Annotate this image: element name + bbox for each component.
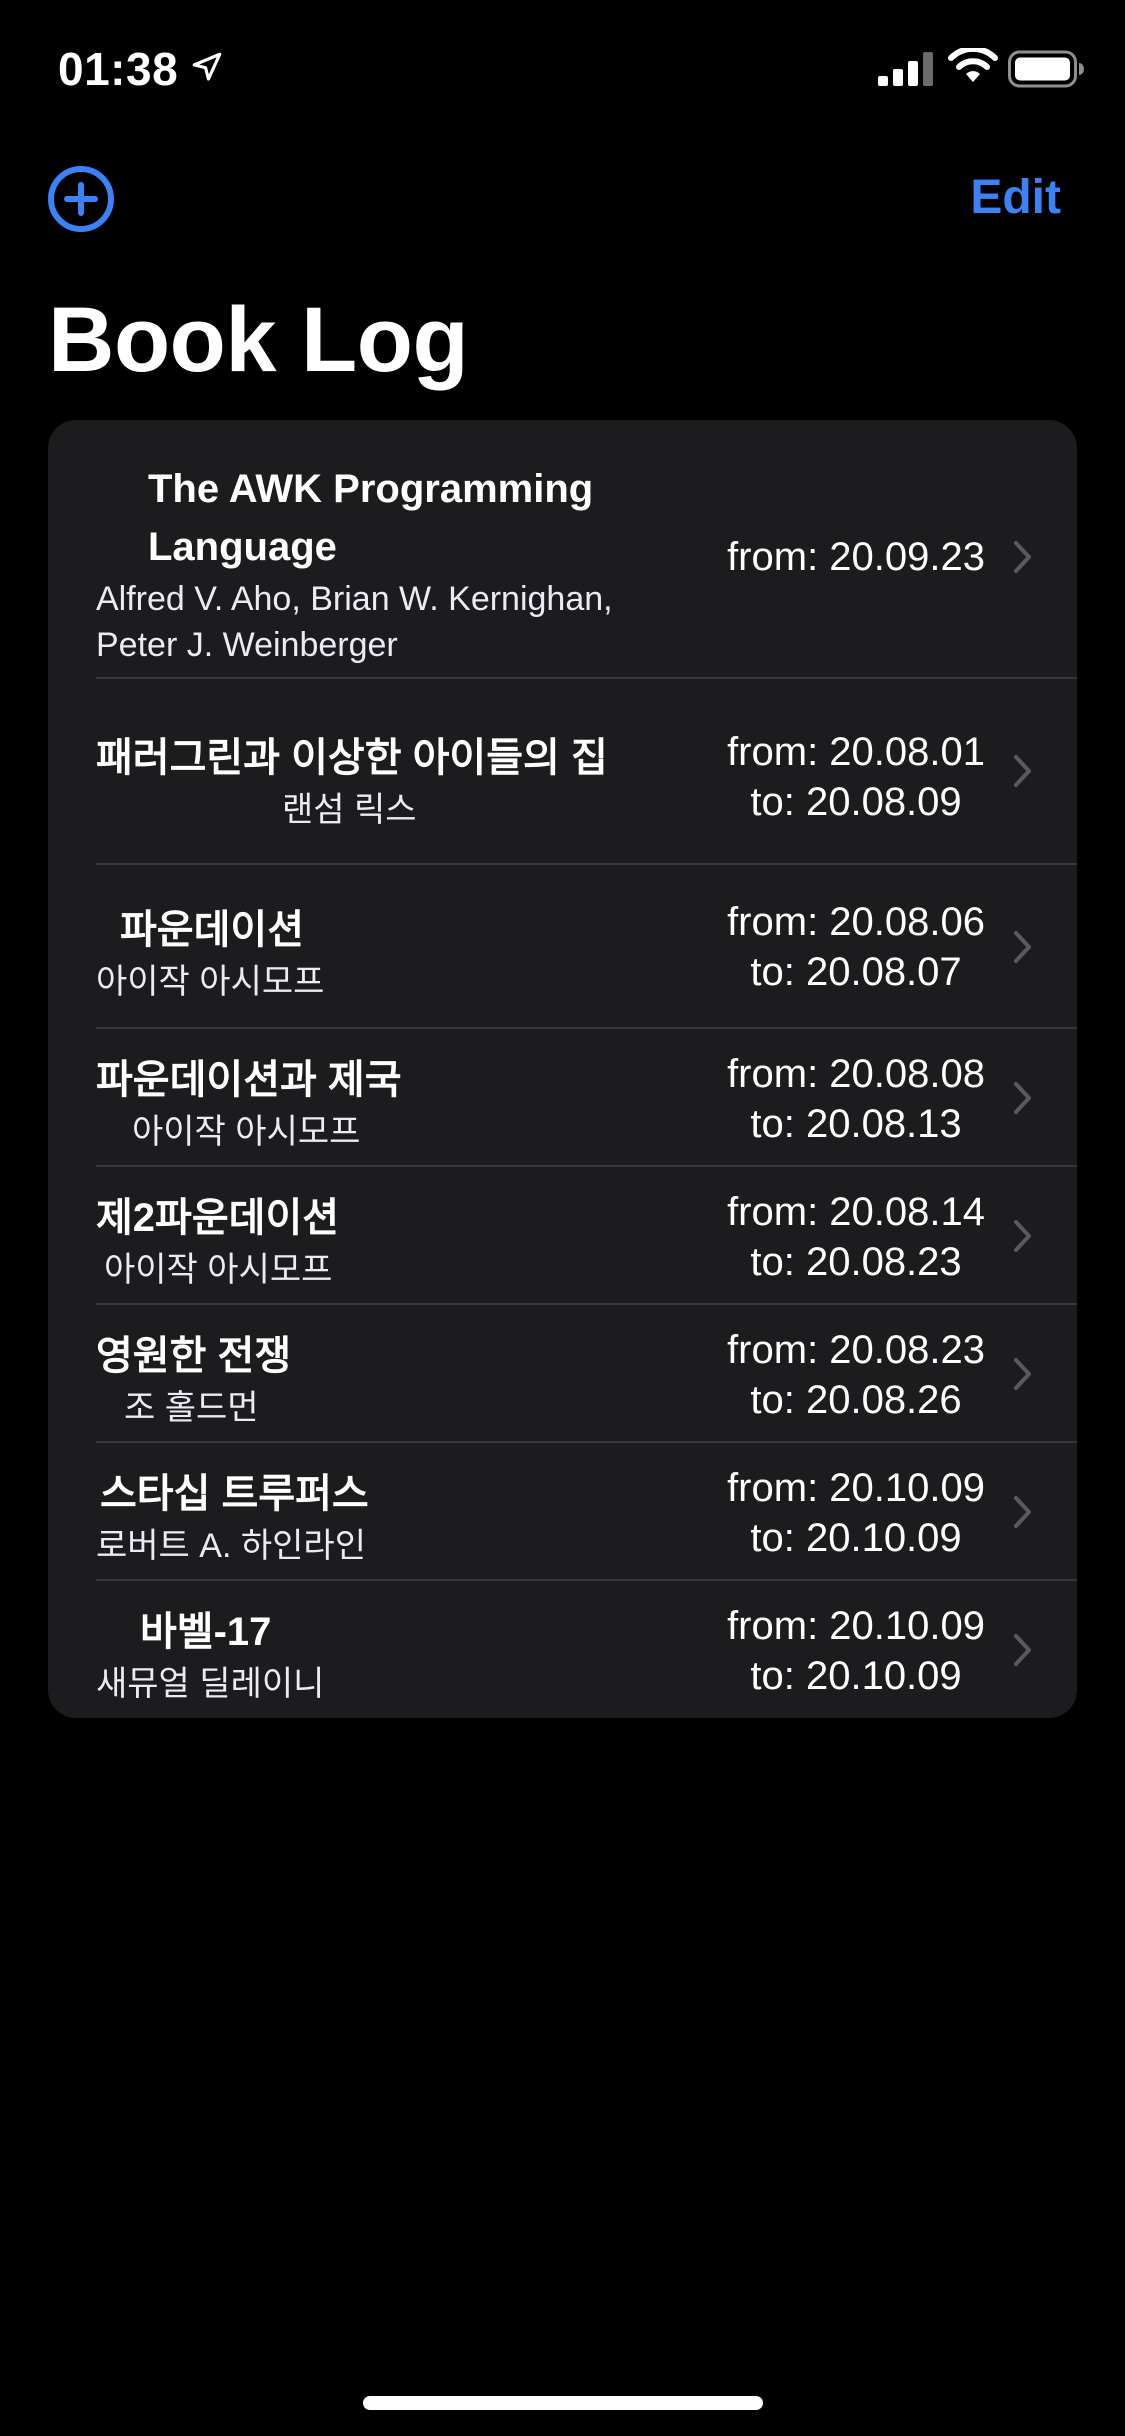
book-to-date: to: 20.10.09 — [750, 1516, 962, 1560]
book-author: 아이작 아시모프 — [96, 963, 325, 1001]
chevron-right-icon — [1014, 541, 1031, 573]
book-author: 랜섬 릭스 — [282, 791, 417, 829]
book-list: The AWK Programming Language Alfred V. A… — [48, 420, 1077, 1718]
book-title: 파운데이션 — [120, 908, 304, 952]
location-arrow-icon — [192, 52, 222, 81]
page-title: Book Log — [48, 289, 469, 391]
book-title: 영원한 전쟁 — [96, 1334, 292, 1378]
book-from-date: from: 20.09.23 — [727, 535, 985, 579]
book-author: 아이작 아시모프 — [104, 1251, 333, 1289]
book-from-date: from: 20.10.09 — [727, 1466, 985, 1510]
chevron-right-icon — [1014, 1496, 1031, 1528]
status-bar: 01:38 — [0, 0, 1125, 132]
book-row[interactable]: The AWK Programming Language Alfred V. A… — [48, 420, 1077, 679]
book-title-line-1: The AWK Programming — [148, 467, 594, 511]
book-row[interactable]: 제2파운데이션 아이작 아시모프 from: 20.08.14 to: 20.0… — [48, 1167, 1077, 1305]
book-to-date: to: 20.10.09 — [750, 1654, 962, 1698]
book-info: 파운데이션 아이작 아시모프 — [96, 901, 716, 1005]
book-author: 조 홀드먼 — [124, 1389, 259, 1427]
book-from-date: from: 20.08.01 — [727, 730, 985, 774]
book-to-date: to: 20.08.07 — [750, 950, 962, 994]
book-from-date: from: 20.08.23 — [727, 1328, 985, 1372]
book-title: 패러그린과 이상한 아이들의 집 — [96, 736, 608, 780]
book-row[interactable]: 파운데이션과 제국 아이작 아시모프 from: 20.08.08 to: 20… — [48, 1029, 1077, 1167]
book-author: 로버트 A. 하인라인 — [96, 1527, 366, 1565]
book-from-date: from: 20.08.14 — [727, 1190, 985, 1234]
book-to-date: to: 20.08.09 — [750, 780, 962, 824]
book-info: The AWK Programming Language Alfred V. A… — [96, 460, 716, 668]
battery-icon — [1008, 50, 1084, 88]
book-info: 파운데이션과 제국 아이작 아시모프 — [96, 1051, 716, 1155]
book-row[interactable]: 파운데이션 아이작 아시모프 from: 20.08.06 to: 20.08.… — [48, 865, 1077, 1029]
book-info: 바벨-17 새뮤얼 딜레이니 — [96, 1603, 716, 1707]
book-dates: from: 20.10.09 to: 20.10.09 — [727, 1601, 985, 1701]
book-title: 파운데이션과 제국 — [96, 1058, 402, 1102]
book-to-date: to: 20.08.26 — [750, 1378, 962, 1422]
book-row[interactable]: 패러그린과 이상한 아이들의 집 랜섬 릭스 from: 20.08.01 to… — [48, 679, 1077, 865]
book-title: 제2파운데이션 — [96, 1196, 340, 1240]
book-dates: from: 20.08.01 to: 20.08.09 — [727, 727, 985, 827]
book-dates: from: 20.09.23 — [727, 532, 985, 582]
book-row[interactable]: 스타십 트루퍼스 로버트 A. 하인라인 from: 20.10.09 to: … — [48, 1443, 1077, 1581]
book-dates: from: 20.08.14 to: 20.08.23 — [727, 1187, 985, 1287]
book-dates: from: 20.08.08 to: 20.08.13 — [727, 1049, 985, 1149]
book-from-date: from: 20.10.09 — [727, 1604, 985, 1648]
screen: 01:38 Edit Book Log The AWK Programming … — [0, 0, 1125, 2436]
cellular-signal-icon — [878, 52, 933, 86]
chevron-right-icon — [1014, 1220, 1031, 1252]
book-info: 제2파운데이션 아이작 아시모프 — [96, 1189, 716, 1293]
book-row[interactable]: 영원한 전쟁 조 홀드먼 from: 20.08.23 to: 20.08.26 — [48, 1305, 1077, 1443]
book-row[interactable]: 바벨-17 새뮤얼 딜레이니 from: 20.10.09 to: 20.10.… — [48, 1581, 1077, 1718]
chevron-right-icon — [1014, 1082, 1031, 1114]
book-title: 바벨-17 — [140, 1610, 272, 1654]
status-time: 01:38 — [58, 43, 179, 95]
book-from-date: from: 20.08.06 — [727, 900, 985, 944]
wifi-icon — [948, 48, 998, 82]
add-book-button[interactable] — [47, 165, 115, 233]
book-author: 새뮤얼 딜레이니 — [96, 1665, 325, 1703]
home-indicator[interactable] — [363, 2396, 763, 2410]
book-to-date: to: 20.08.23 — [750, 1240, 962, 1284]
chevron-right-icon — [1014, 1634, 1031, 1666]
book-info: 영원한 전쟁 조 홀드먼 — [96, 1327, 716, 1431]
book-title-line-2: Language — [148, 525, 337, 569]
book-author-line-2: Peter J. Weinberger — [96, 626, 398, 664]
chevron-right-icon — [1014, 931, 1031, 963]
book-author: 아이작 아시모프 — [132, 1113, 361, 1151]
book-author-line-1: Alfred V. Aho, Brian W. Kernighan, — [96, 580, 613, 618]
chevron-right-icon — [1014, 755, 1031, 787]
chevron-right-icon — [1014, 1358, 1031, 1390]
book-info: 스타십 트루퍼스 로버트 A. 하인라인 — [96, 1465, 716, 1569]
edit-button[interactable]: Edit — [970, 170, 1061, 225]
book-dates: from: 20.08.06 to: 20.08.07 — [727, 897, 985, 997]
book-dates: from: 20.08.23 to: 20.08.26 — [727, 1325, 985, 1425]
book-title: 스타십 트루퍼스 — [100, 1472, 369, 1516]
book-info: 패러그린과 이상한 아이들의 집 랜섬 릭스 — [96, 729, 716, 833]
book-dates: from: 20.10.09 to: 20.10.09 — [727, 1463, 985, 1563]
book-from-date: from: 20.08.08 — [727, 1052, 985, 1096]
book-to-date: to: 20.08.13 — [750, 1102, 962, 1146]
